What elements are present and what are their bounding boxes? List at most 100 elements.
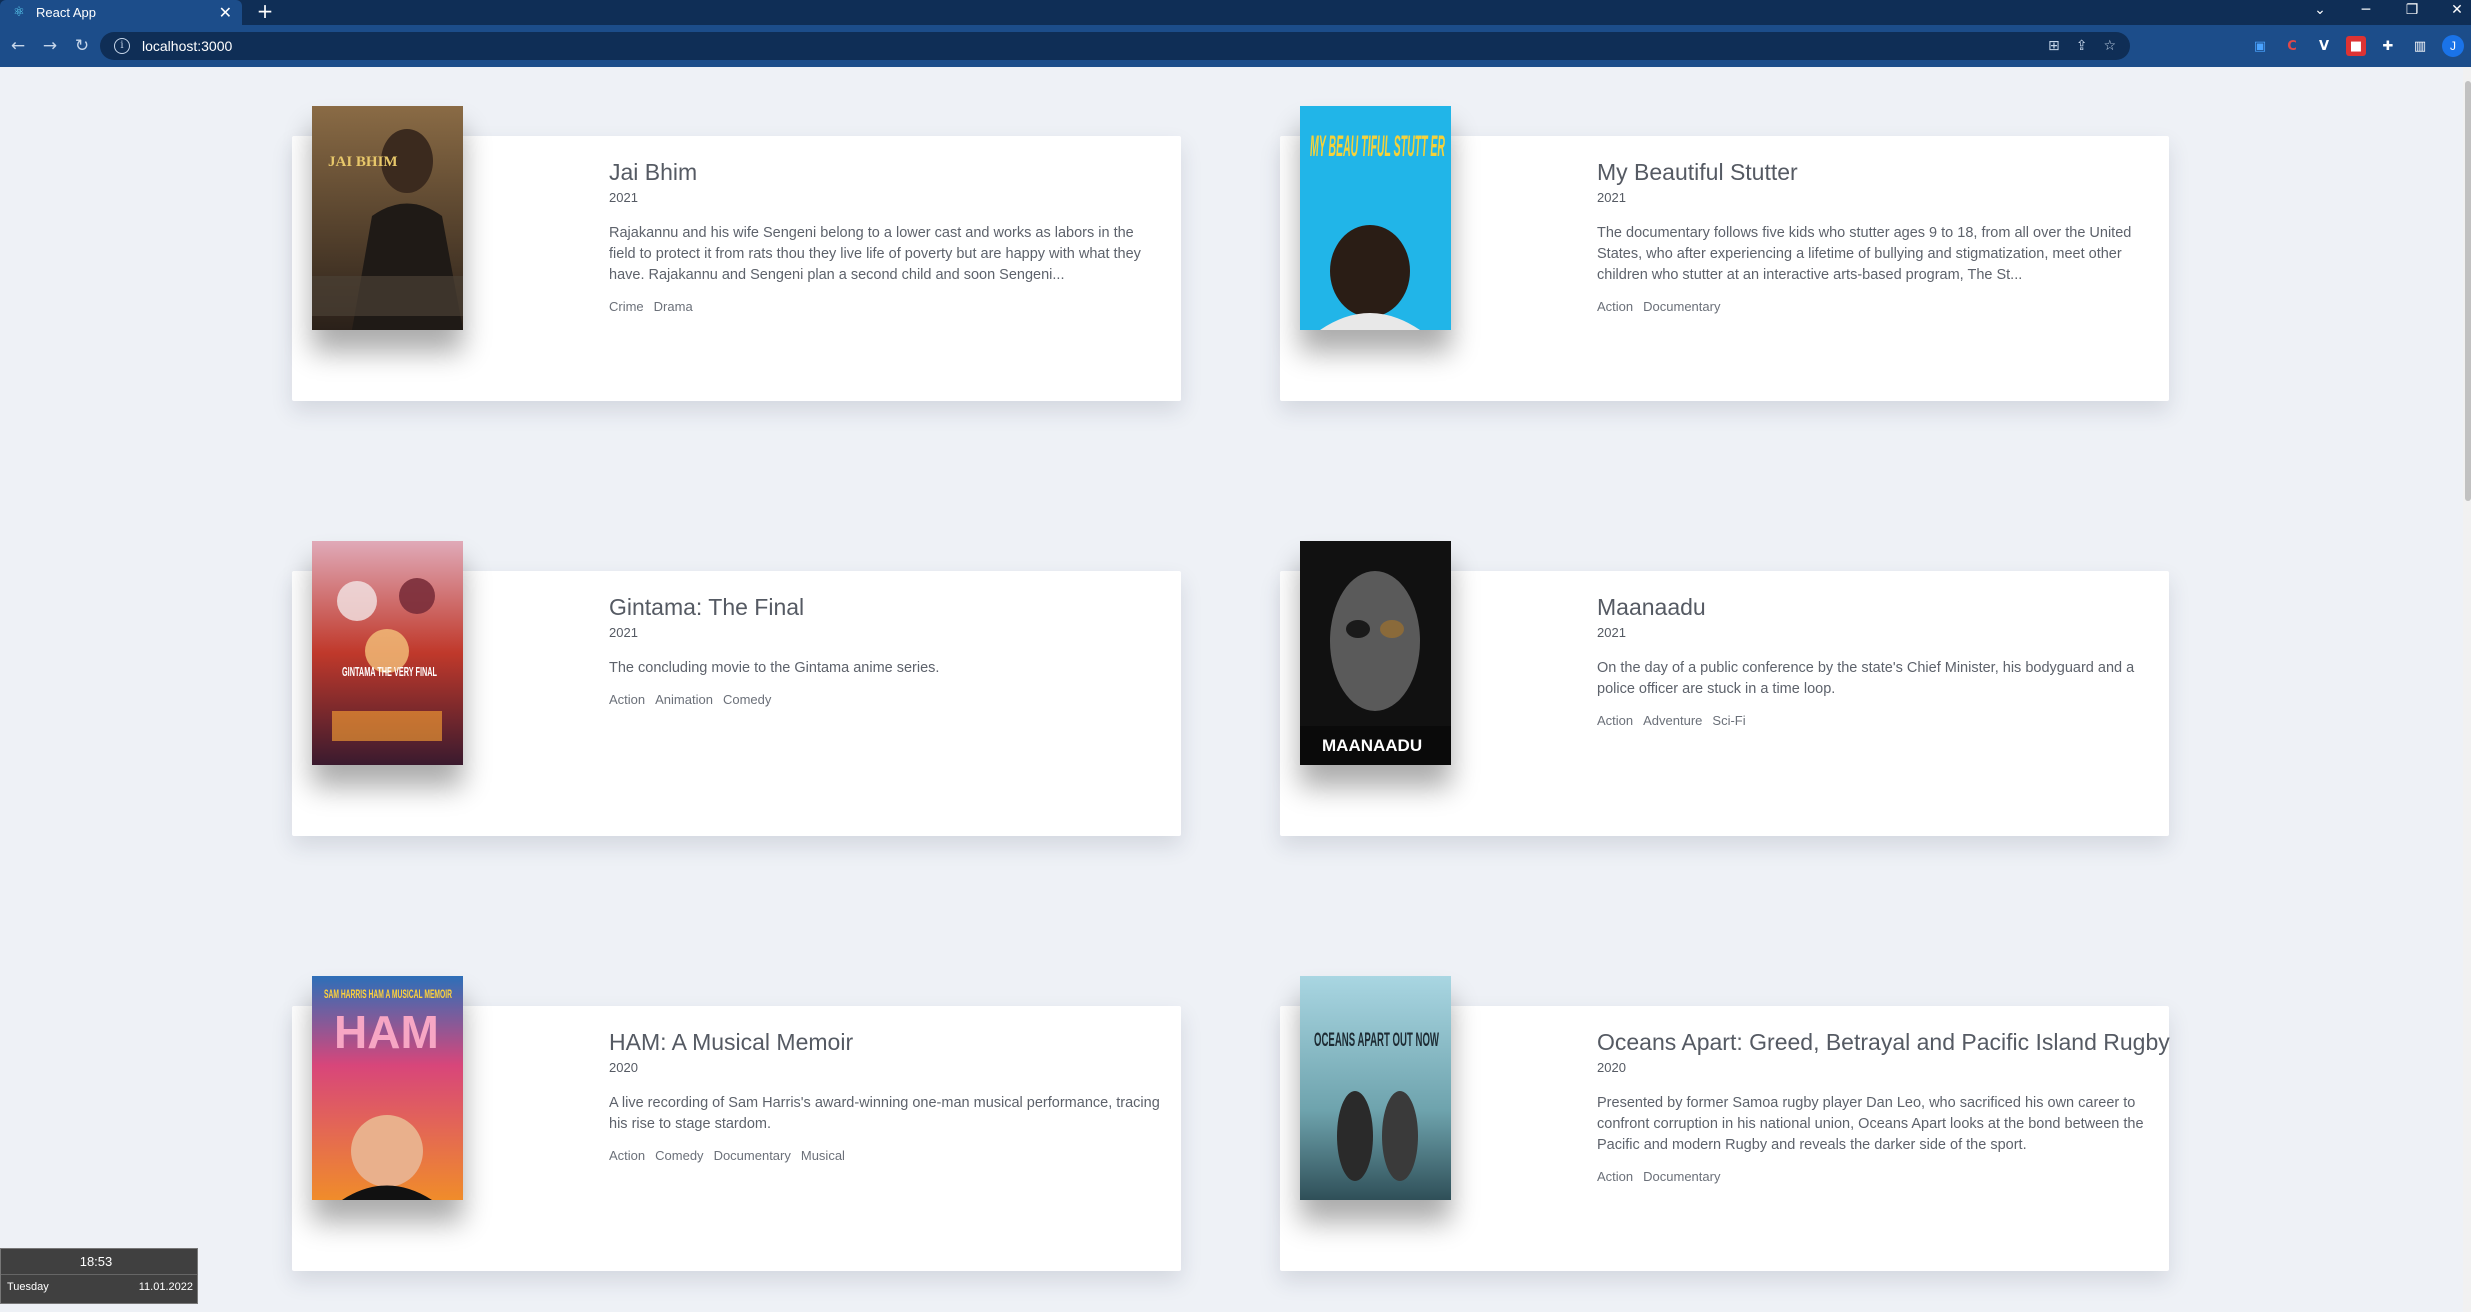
movie-card[interactable]: OCEANS APART OUT NOW Oceans Apart: Greed…: [1280, 976, 2170, 1271]
close-window-button[interactable]: ✕: [2443, 0, 2471, 25]
poster-text: JAI BHIM: [328, 154, 398, 170]
page-scrollbar[interactable]: [2463, 67, 2471, 1312]
genre-list: Action Animation Comedy: [609, 692, 1164, 707]
movie-poster: SAM HARRIS HAM A MUSICAL MEMOIR HAM: [312, 976, 463, 1200]
page-viewport: JAI BHIM Jai Bhim 2021 Rajakannu and his…: [0, 67, 2471, 1312]
tab-search-icon[interactable]: ⌄: [2306, 0, 2334, 25]
react-favicon-icon: ⚛: [13, 4, 25, 20]
card-body: Oceans Apart: Greed, Betrayal and Pacifi…: [1597, 1028, 2170, 1184]
poster-text: SAM HARRIS HAM A MUSICAL MEMOIR: [324, 987, 452, 1001]
movie-year: 2020: [1597, 1060, 1626, 1075]
movie-poster: GINTAMA THE VERY FINAL: [312, 541, 463, 765]
genre-tag: Documentary: [1643, 1169, 1721, 1184]
card-body: HAM: A Musical Memoir 2020 A live record…: [609, 1028, 1164, 1163]
genre-list: Action Comedy Documentary Musical: [609, 1148, 1164, 1163]
bookmark-star-icon[interactable]: ☆: [2103, 38, 2116, 54]
browser-tab[interactable]: ⚛ React App ✕: [0, 0, 242, 25]
share-icon[interactable]: ⇪: [2076, 38, 2088, 54]
url-text[interactable]: localhost:3000: [142, 38, 232, 54]
genre-list: Crime Drama: [609, 299, 1164, 314]
restore-button[interactable]: ❐: [2398, 0, 2426, 25]
genre-tag: Drama: [653, 299, 693, 314]
genre-tag: Action: [1597, 299, 1634, 314]
card-body: Gintama: The Final 2021 The concluding m…: [609, 593, 1164, 707]
reload-icon[interactable]: ↻: [68, 32, 96, 60]
card-body: Maanaadu 2021 On the day of a public con…: [1597, 593, 2152, 728]
movie-title: HAM: A Musical Memoir: [609, 1029, 854, 1055]
movie-year: 2021: [609, 625, 638, 640]
genre-tag: Documentary: [1643, 299, 1721, 314]
movie-card[interactable]: MAANAADU Maanaadu 2021 On the day of a p…: [1280, 541, 2169, 836]
movie-card[interactable]: GINTAMA THE VERY FINAL Gintama: The Fina…: [292, 541, 1181, 836]
translate-icon[interactable]: ⊞: [2048, 38, 2060, 54]
extension-icon[interactable]: V: [2314, 36, 2334, 56]
profile-avatar[interactable]: J: [2442, 35, 2464, 57]
forward-arrow-icon[interactable]: →: [36, 32, 64, 60]
movie-title: Maanaadu: [1597, 594, 1706, 620]
genre-list: Action Documentary: [1597, 1169, 2152, 1184]
browser-tab-strip: ⚛ React App ✕ + ⌄ ─ ❐ ✕: [0, 0, 2471, 25]
extensions-area: ▣ C V ■ ✚ ▥ J ⋮: [2250, 32, 2471, 60]
movie-poster: MY BEAU TIFUL STUTT ER: [1300, 106, 1451, 330]
clock-day: Tuesday: [7, 1281, 49, 1293]
movie-poster: OCEANS APART OUT NOW: [1300, 976, 1451, 1200]
poster-text: MY BEAU TIFUL STUTT ER: [1310, 130, 1445, 163]
movie-description: Presented by former Samoa rugby player D…: [1597, 1095, 2144, 1153]
movie-poster: JAI BHIM: [312, 106, 463, 330]
genre-tag: Action: [609, 1148, 646, 1163]
movie-description: The documentary follows five kids who st…: [1597, 225, 2132, 283]
genre-tag: Comedy: [722, 692, 772, 707]
genre-tag: Adventure: [1643, 713, 1703, 728]
new-tab-button[interactable]: +: [255, 0, 275, 25]
movie-poster: MAANAADU: [1300, 541, 1451, 765]
extension-icon[interactable]: ▣: [2250, 36, 2270, 56]
genre-tag: Documentary: [713, 1148, 791, 1163]
scrollbar-thumb[interactable]: [2465, 81, 2471, 501]
movie-title: Jai Bhim: [609, 159, 698, 185]
movie-card[interactable]: SAM HARRIS HAM A MUSICAL MEMOIR HAM HAM:…: [292, 976, 1181, 1271]
movie-year: 2021: [609, 190, 638, 205]
tab-title: React App: [36, 5, 96, 20]
browser-toolbar: ← → ↻ i localhost:3000 ⊞ ⇪ ☆ ▣ C V ■ ✚ ▥…: [0, 25, 2471, 67]
clock-widget: 18:53 Tuesday 11.01.2022: [0, 1248, 198, 1304]
movie-title: Oceans Apart: Greed, Betrayal and Pacifi…: [1597, 1029, 2170, 1055]
side-panel-icon[interactable]: ▥: [2410, 36, 2430, 56]
puzzle-extensions-icon[interactable]: ✚: [2378, 36, 2398, 56]
clock-time: 18:53: [79, 1254, 113, 1269]
clock-date: 11.01.2022: [138, 1281, 193, 1293]
minimize-button[interactable]: ─: [2352, 0, 2380, 25]
movie-year: 2021: [1597, 190, 1626, 205]
genre-tag: Crime: [609, 299, 644, 314]
movie-description: A live recording of Sam Harris's award-w…: [609, 1095, 1160, 1132]
movie-title: Gintama: The Final: [609, 594, 805, 620]
movie-description: Rajakannu and his wife Sengeni belong to…: [609, 225, 1141, 283]
genre-tag: Action: [1597, 713, 1634, 728]
movie-title: My Beautiful Stutter: [1597, 159, 1798, 185]
poster-text: MAANAADU: [1322, 736, 1422, 755]
extension-icon[interactable]: ■: [2346, 36, 2366, 56]
movie-description: The concluding movie to the Gintama anim…: [609, 660, 940, 676]
genre-list: Action Adventure Sci-Fi: [1597, 713, 2152, 728]
genre-tag: Musical: [800, 1148, 845, 1163]
genre-tag: Action: [609, 692, 646, 707]
genre-tag: Animation: [655, 692, 713, 707]
card-body: Jai Bhim 2021 Rajakannu and his wife Sen…: [609, 158, 1164, 314]
poster-text: OCEANS APART OUT NOW: [1314, 1030, 1439, 1051]
back-arrow-icon[interactable]: ←: [4, 32, 32, 60]
address-bar[interactable]: i localhost:3000 ⊞ ⇪ ☆: [100, 32, 2130, 60]
poster-ham-text: HAM: [334, 1006, 439, 1058]
movie-year: 2021: [1597, 625, 1626, 640]
movie-card[interactable]: JAI BHIM Jai Bhim 2021 Rajakannu and his…: [292, 106, 1181, 401]
genre-tag: Sci-Fi: [1712, 713, 1746, 728]
poster-text: GINTAMA THE VERY FINAL: [342, 664, 437, 679]
site-info-icon[interactable]: i: [114, 38, 130, 54]
genre-list: Action Documentary: [1597, 299, 2152, 314]
extension-icon[interactable]: C: [2282, 36, 2302, 56]
tab-close-icon[interactable]: ✕: [219, 4, 232, 20]
movie-year: 2020: [609, 1060, 638, 1075]
clock-divider: [1, 1274, 197, 1275]
movie-card[interactable]: MY BEAU TIFUL STUTT ER My Beautiful Stut…: [1280, 106, 2169, 401]
genre-tag: Comedy: [655, 1148, 704, 1163]
movie-description: On the day of a public conference by the…: [1597, 660, 2135, 697]
card-body: My Beautiful Stutter 2021 The documentar…: [1597, 158, 2152, 314]
